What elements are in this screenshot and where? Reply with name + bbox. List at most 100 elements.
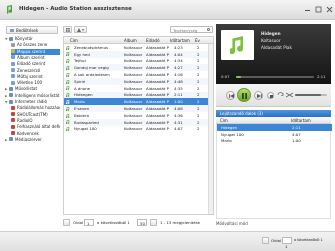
cell-year: 2 [197,119,200,125]
stop-button[interactable] [267,92,274,99]
cell-album: Koltasuor [124,58,143,64]
next-page-button[interactable] [150,219,157,226]
table-row[interactable]: Egy hed KoltasuorAldasadát Plk 4:04 2 [64,50,213,58]
table-row[interactable]: Spiriri KoltasuorAldasadát Plk 4:48 2 [64,78,213,85]
volume-slider[interactable] [295,94,327,96]
column-title[interactable]: Cím [70,38,110,43]
library-button[interactable]: Bedöltések [6,26,58,34]
sidebar-item[interactable]: ▶ Médiaszerver [5,137,60,143]
cell-year: 2 [197,65,200,71]
playlist-header: Lejátszandó dalok (3) [216,110,331,117]
sidebar-item-icon [11,105,15,110]
column-album[interactable]: Album [124,38,142,43]
sidebar-item-label: Album szerint [17,54,45,60]
cell-duration: 4:36 [174,112,183,118]
pager-label: Oldal [73,220,84,225]
cell-duration: 4:34 [174,58,183,64]
cell-year: 2 [197,85,200,91]
seek-bar[interactable] [236,76,314,78]
sidebar-item-label: Médiaszerver [15,136,42,142]
table-row[interactable]: Marlo KoltasuorAldasadát Plk 1:00 2 [64,98,213,106]
page-input[interactable]: 1 [84,219,94,226]
column-year[interactable]: Év [195,38,207,43]
previous-button[interactable] [226,91,235,100]
sort-button[interactable] [74,26,87,33]
pager-of: a következőből 1 [97,220,130,225]
per-page-value: 50 [140,221,145,226]
pause-icon [242,92,247,99]
now-playing: Hidegen Koltasuor Aldasadát Plak 0:07 2:… [216,24,331,84]
repeat-icon[interactable] [277,92,284,98]
table-row[interactable]: Tejfoci KoltasuorAldasadát Plk 4:34 2 [64,58,213,65]
status-page-input[interactable]: 1 [282,237,292,249]
cell-album: Koltasuor [124,51,143,57]
next-button[interactable] [254,91,263,100]
cell-title: Nyugat 100 [74,126,97,132]
cell-year: 2 [197,112,200,118]
cell-title: Zenebudsdrámus [74,44,109,50]
playlist-item-title: Marlo [221,138,232,144]
minimize-icon[interactable] [304,6,311,13]
table-row[interactable]: Beblera KoltasuorAldasadát Plk 4:36 2 [64,112,213,119]
cell-artist: Aldasadát Plk [146,126,169,132]
cell-artist: Aldasadát Plk [146,58,169,64]
music-file-icon [66,120,70,125]
track-scrollbar[interactable] [208,44,213,214]
cell-duration: 4:08 [174,106,183,112]
table-row[interactable]: A dnone KoltasuorAldasadát Plk 4:35 2 [64,85,213,92]
cell-artist: Aldasadát Plk [146,106,169,112]
table-row[interactable]: E'seven KoltasuorAldasadát Plk 4:08 2 [64,105,213,112]
sidebar-item-icon [11,55,15,60]
column-duration[interactable]: Időtartam [170,38,192,43]
maximize-icon[interactable] [315,6,322,13]
cell-year: 2 [197,92,200,98]
cell-album: Koltasuor [124,65,143,71]
playlist-column-title[interactable]: Cím [220,118,228,123]
music-file-icon [66,72,70,77]
cell-year: 2 [197,126,200,132]
now-playing-album: Koltasuor [261,38,281,43]
table-row[interactable]: Gondoj mar vegig KoltasuorAldasadát Plk 4:… [64,64,213,72]
table-row[interactable]: Budasparted KoltasuorAldasadát Plk 4:31 2 [64,118,213,126]
sidebar-item-icon [11,49,15,54]
playlist-item[interactable]: Nyugat 100 4:07 [217,131,332,138]
cell-year: 2 [197,99,200,105]
search-input[interactable]: Tevékenység [170,26,213,33]
playlist-item-title: Nyugat 100 [221,131,244,137]
view-toggle-button[interactable] [63,26,72,33]
table-row[interactable]: Zenebudsdrámus KoltasuorAldasadát Plk 4:23… [64,44,213,51]
cell-artist: Aldasadát Plk [146,99,169,105]
cell-title: Beblera [74,112,89,118]
cell-title: Egy hed [74,51,90,57]
cell-title: Gondoj mar vegig [74,65,109,71]
cell-duration: 4:35 [174,85,183,91]
playlist-item[interactable]: Hidegen 2:11 [217,124,332,131]
table-row[interactable]: Hideegen KoltasuorAldasadát Plk 2:11 2 [64,91,213,99]
table-row[interactable]: A sok ardaledesen KoltasuorAldasadát Plk 4… [64,71,213,78]
table-row[interactable]: Nyugat 100 KoltasuorAldasadát Plk 4:07 2 [64,126,213,133]
player-pane: Hidegen Koltasuor Aldasadát Plak 0:07 2:… [216,24,332,229]
pause-button[interactable] [237,88,251,102]
playlist: Hidegen 2:11 Nyugat 100 4:07 Marlo 1:00 [216,124,332,219]
playlist-item[interactable]: Marlo 1:00 [217,138,332,145]
sidebar-item-label: Felhasználó által definiált [17,124,60,130]
seek-bar-fill [236,76,241,78]
cell-duration: 4:48 [174,78,183,84]
cell-artist: Aldasadát Plk [146,78,169,84]
cell-duration: 4:31 [174,119,183,125]
music-file-icon [66,106,70,111]
first-page-button[interactable] [63,219,70,226]
search-placeholder: Tevékenység [173,27,198,33]
close-icon[interactable] [326,6,333,13]
shuffle-icon[interactable] [286,92,293,98]
sort-icon [77,28,84,32]
track-table-header: Cím Album Előadó Időtartam Év [64,37,213,44]
per-page-select[interactable]: 50 [137,219,147,226]
playlist-column-duration[interactable]: Időtartam [291,118,311,123]
cell-album: Koltasuor [124,44,143,50]
sidebar-item-icon [11,124,15,129]
sidebar-item-label: Műsorlistat [15,86,38,92]
grid-view-icon [66,28,70,32]
column-artist[interactable]: Előadó [146,38,168,43]
status-first-button[interactable] [262,237,269,244]
